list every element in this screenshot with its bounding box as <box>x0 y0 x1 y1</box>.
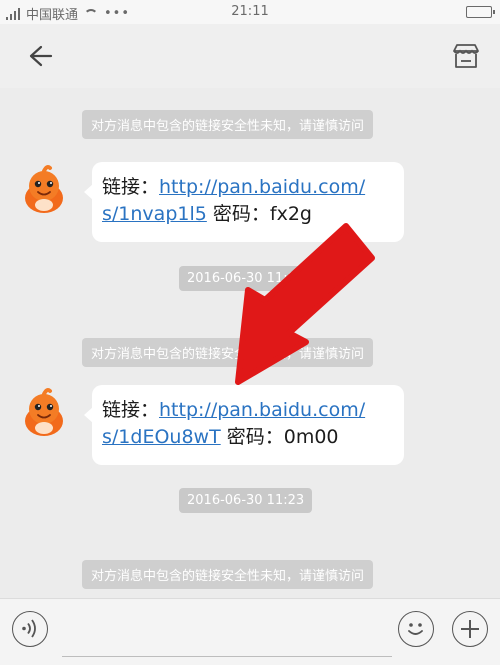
message-bubble[interactable]: 链接：http://pan.baidu.com/ s/1nvap1l5 密码：f… <box>84 162 404 242</box>
timestamp: 2016-06-30 11:23 <box>179 488 313 513</box>
password-value: 0m00 <box>283 426 339 448</box>
message-line: s/1dEOu8wT 密码：0m00 <box>102 424 394 451</box>
security-notice: 对方消息中包含的链接安全性未知，请谨慎访问 <box>82 110 374 139</box>
status-bar: 中国联通 ••• 21:11 <box>0 0 500 24</box>
back-arrow-icon[interactable] <box>24 40 56 72</box>
link-label: 链接： <box>102 399 160 421</box>
status-time: 21:11 <box>231 4 269 19</box>
security-notice: 对方消息中包含的链接安全性未知，请谨慎访问 <box>82 338 374 367</box>
share-link[interactable]: http://pan.baidu.com/ <box>159 399 365 421</box>
password-label: 密码： <box>226 426 284 448</box>
link-label: 链接： <box>102 176 160 198</box>
message-bubble[interactable]: 链接：http://pan.baidu.com/ s/1dEOu8wT 密码：0… <box>84 385 404 465</box>
password-value: fx2g <box>269 203 312 225</box>
timestamp: 2016-06-30 11:08 <box>179 266 313 291</box>
emoji-icon[interactable] <box>398 611 434 647</box>
nav-bar <box>0 24 500 88</box>
share-link[interactable]: s/1dEOu8wT <box>102 426 221 448</box>
voice-icon[interactable] <box>12 611 48 647</box>
security-notice: 对方消息中包含的链接安全性未知，请谨慎访问 <box>82 560 374 589</box>
store-icon[interactable] <box>450 40 482 72</box>
input-bar <box>0 598 500 665</box>
avatar[interactable] <box>17 162 71 216</box>
password-label: 密码： <box>212 203 270 225</box>
message-line: s/1nvap1l5 密码：fx2g <box>102 201 394 228</box>
battery-icon <box>466 6 495 18</box>
share-link[interactable]: http://pan.baidu.com/ <box>159 176 365 198</box>
message-line: 链接：http://pan.baidu.com/ <box>102 397 394 424</box>
avatar[interactable] <box>17 385 71 439</box>
share-link[interactable]: s/1nvap1l5 <box>102 203 207 225</box>
message-input[interactable] <box>62 607 392 657</box>
plus-icon[interactable] <box>452 611 488 647</box>
message-line: 链接：http://pan.baidu.com/ <box>102 174 394 201</box>
